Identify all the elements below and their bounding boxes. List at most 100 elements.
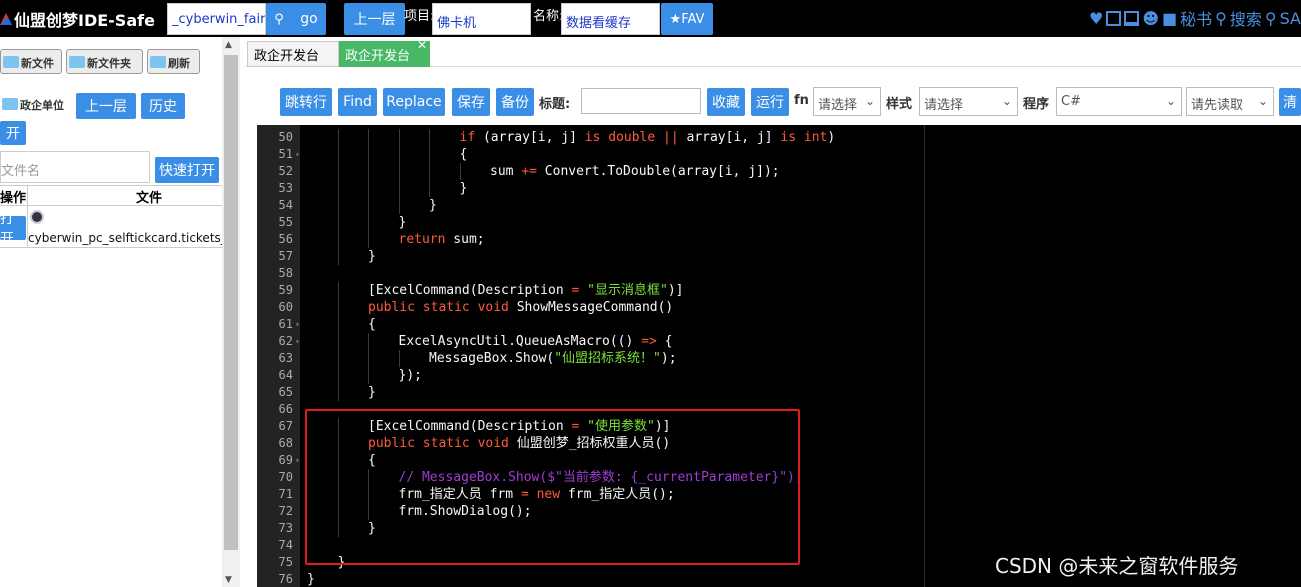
indent-guide (429, 180, 430, 197)
indent-guide (398, 180, 400, 197)
open-button[interactable]: 开 (0, 121, 26, 145)
line-number: 60 (278, 300, 293, 314)
folder-icon (2, 98, 18, 110)
sa-link[interactable]: SA (1280, 9, 1301, 28)
line-number: 73 (278, 521, 293, 535)
project-input[interactable]: 佛卡机 (432, 3, 531, 35)
path-search-input[interactable]: _cyberwin_fairya (167, 3, 266, 35)
style-select[interactable]: 请选择 ⌄ (919, 87, 1018, 116)
line-number: 67 (278, 419, 293, 433)
code-text: { (459, 147, 468, 162)
indent-guide (368, 129, 369, 146)
folder-icon[interactable]: ■ (1162, 9, 1177, 28)
fold-arrow-icon[interactable]: ▾ (295, 146, 300, 163)
code-line: 58 (257, 265, 1301, 282)
indent-guide (368, 146, 369, 163)
read-select[interactable]: 请先读取 ⌄ (1186, 87, 1274, 116)
new-folder-button[interactable]: 新文件夹 (66, 49, 143, 74)
folder-icon (150, 56, 166, 68)
line-number: 66 (278, 402, 293, 416)
indent-guide (429, 129, 430, 146)
line-number: 65 (278, 385, 293, 399)
indent-guide (337, 231, 339, 248)
code-text: if (array[i, j] is double || array[i, j]… (459, 130, 836, 145)
line-number: 72 (278, 504, 293, 518)
collect-button[interactable]: 收藏 (707, 88, 745, 116)
file-name-input[interactable]: 文件名 (0, 151, 150, 183)
line-number: 57 (278, 249, 293, 263)
indent-guide (337, 384, 339, 401)
code-text: ExcelAsyncUtil.QueueAsMacro(() => { (398, 334, 673, 349)
indent-guide (429, 146, 430, 163)
indent-guide (368, 197, 369, 214)
refresh-button[interactable]: 刷新 (147, 49, 200, 74)
row-divider (0, 247, 222, 248)
indent-guide (368, 350, 369, 367)
indent-guide (337, 129, 339, 146)
code-text: } (429, 198, 437, 213)
header-divider (0, 205, 222, 206)
code-line: 55} (257, 214, 1301, 231)
file-list-item[interactable]: cyberwin_pc_selftickcard.tickets_or (28, 231, 222, 245)
file-type-icon (30, 210, 44, 224)
tab-gov-dev-1[interactable]: 政企开发台 (247, 41, 339, 67)
fav-button[interactable]: ★FAV (661, 3, 713, 35)
line-number: 56 (278, 232, 293, 246)
gov-unit-button[interactable]: 政企单位 (0, 90, 72, 115)
save-button[interactable]: 保存 (452, 88, 490, 116)
line-number: 76 (278, 572, 293, 586)
title-input[interactable] (581, 88, 701, 114)
secretary-link[interactable]: 秘书 (1180, 6, 1212, 30)
row-open-button[interactable]: 打开 (0, 211, 26, 247)
heart-icon[interactable]: ♥ (1089, 9, 1103, 28)
indent-guide (368, 163, 369, 180)
indent-guide (368, 367, 369, 384)
new-file-button[interactable]: 新文件 (0, 49, 62, 74)
goto-line-button[interactable]: 跳转行 (280, 88, 332, 116)
indent-guide (368, 214, 369, 231)
window-icon[interactable] (1106, 10, 1122, 26)
scroll-down-icon[interactable]: ▼ (225, 575, 232, 585)
find-button[interactable]: Find (338, 88, 377, 116)
quick-open-button[interactable]: 快速打开 (155, 157, 219, 183)
indent-guide (337, 333, 339, 350)
code-text: [ExcelCommand(Description = "显示消息框")] (368, 283, 684, 298)
scrollbar-thumb[interactable] (224, 55, 238, 550)
history-button[interactable]: 历史 (141, 93, 185, 119)
code-text: } (368, 385, 376, 400)
indent-guide (398, 146, 400, 163)
indent-guide (337, 214, 339, 231)
fold-arrow-icon[interactable]: ▾ (295, 452, 300, 469)
fold-arrow-icon[interactable]: ▾ (295, 316, 300, 333)
line-number: 53 (278, 181, 293, 195)
scroll-up-icon[interactable]: ▲ (225, 40, 232, 50)
line-number: 62 (278, 334, 293, 348)
fn-select[interactable]: 请选择 ⌄ (813, 87, 881, 116)
close-icon[interactable]: ✕ (417, 38, 427, 52)
panel-icon[interactable] (1124, 10, 1140, 26)
line-number: 75 (278, 555, 293, 569)
chevron-down-icon: ⌄ (1001, 94, 1012, 108)
line-number: 52 (278, 164, 293, 178)
up-level-button[interactable]: 上一层 (344, 3, 405, 35)
app-title: 仙盟创梦IDE-Safe (14, 11, 155, 30)
code-line: 63 MessageBox.Show("仙盟招标系统！"); (257, 350, 1301, 367)
replace-button[interactable]: Replace (383, 88, 445, 116)
program-select[interactable]: C# ⌄ (1056, 87, 1182, 116)
indent-guide (337, 197, 339, 214)
go-button[interactable]: ⚲ go (266, 3, 326, 35)
search-icon: ⚲ (274, 11, 284, 27)
line-number: 55 (278, 215, 293, 229)
clear-button[interactable]: 清 (1279, 88, 1301, 116)
user-icon[interactable]: ☻ (1142, 9, 1159, 28)
line-number: 51 (278, 147, 293, 161)
sidebar-up-level-button[interactable]: 上一层 (76, 93, 136, 119)
indent-guide (337, 248, 339, 265)
search-link[interactable]: 搜索 (1230, 6, 1262, 30)
indent-guide (337, 299, 339, 316)
run-button[interactable]: 运行 (751, 88, 789, 116)
code-text: } (398, 215, 407, 230)
fold-arrow-icon[interactable]: ▾ (295, 333, 300, 350)
backup-button[interactable]: 备份 (496, 88, 534, 116)
name-input[interactable]: 数据看缓存 (561, 3, 660, 35)
